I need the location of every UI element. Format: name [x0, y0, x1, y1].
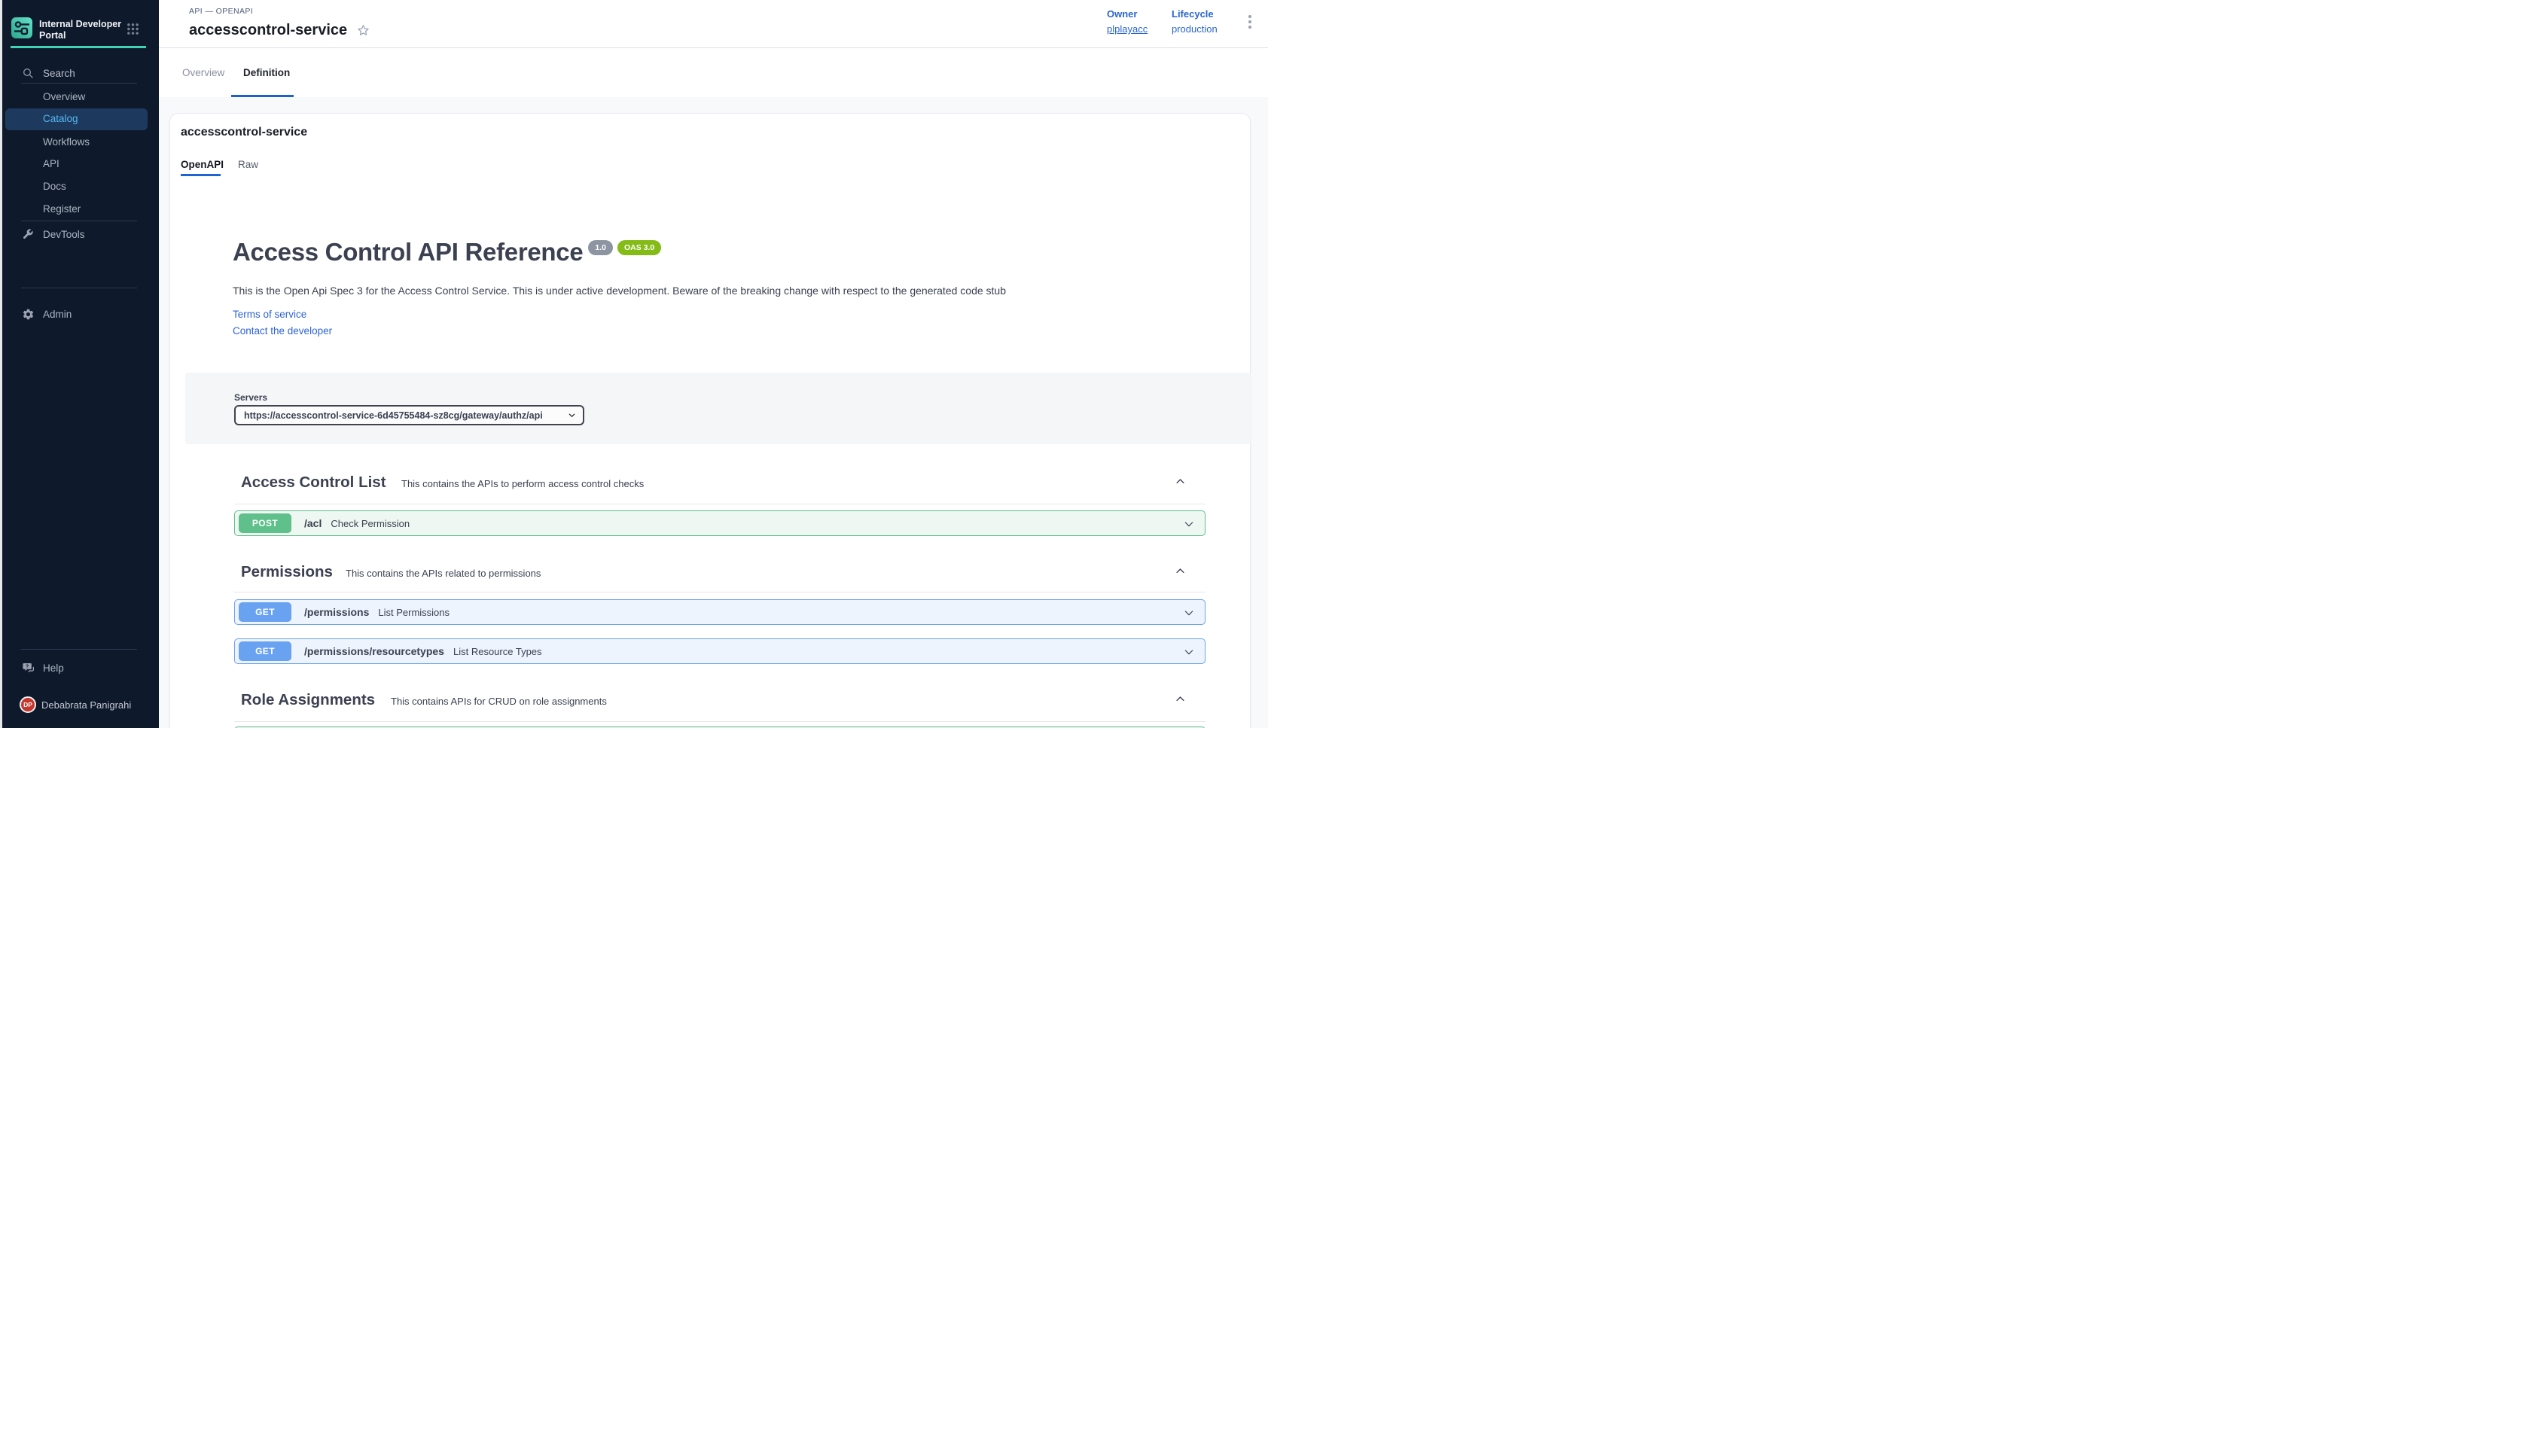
card-title: accesscontrol-service: [181, 126, 307, 139]
sidebar-item-help[interactable]: ? Help: [0, 658, 159, 678]
kebab-menu-icon[interactable]: [1243, 13, 1257, 35]
contact-developer-link[interactable]: Contact the developer: [233, 325, 332, 337]
section-role-assignments: Role Assignments This contains APIs for …: [234, 691, 1206, 711]
chevron-down-icon: [1183, 518, 1195, 530]
sidebar-item-api[interactable]: API: [0, 154, 159, 173]
section-header[interactable]: Permissions This contains the APIs relat…: [234, 563, 1206, 583]
svg-text:?: ?: [26, 663, 29, 669]
sidebar-item-overview[interactable]: Overview: [0, 87, 159, 106]
operation-row-clipped[interactable]: [234, 726, 1206, 728]
chevron-up-icon: [1175, 476, 1186, 487]
lifecycle-meta: Lifecycle production: [1172, 8, 1218, 35]
wrench-icon: [22, 228, 34, 240]
chevron-up-icon: [1175, 693, 1186, 705]
owner-label: Owner: [1107, 8, 1148, 20]
lifecycle-value: production: [1172, 23, 1218, 35]
search-icon: [22, 67, 34, 79]
version-badge: 1.0: [588, 240, 613, 255]
sidebar-item-workflows[interactable]: Workflows: [0, 132, 159, 151]
sidebar-item-search[interactable]: Search: [0, 63, 159, 83]
content-area: accesscontrol-service OpenAPI Raw Access…: [159, 97, 1268, 728]
sidebar-item-register[interactable]: Register: [0, 199, 159, 218]
servers-panel: Servers https://accesscontrol-service-6d…: [185, 373, 1251, 444]
tab-raw[interactable]: Raw: [238, 159, 258, 170]
api-doc-title: Access Control API Reference: [233, 238, 583, 267]
sidebar-item-devtools[interactable]: DevTools: [0, 224, 159, 244]
tab-definition[interactable]: Definition: [243, 48, 290, 97]
operation-get-permissions[interactable]: GET /permissions List Permissions: [234, 599, 1206, 625]
server-url: https://accesscontrol-service-6d45755484…: [236, 410, 543, 421]
help-chat-icon: ?: [22, 661, 35, 675]
apps-grid-icon[interactable]: [126, 23, 139, 35]
section-divider: [234, 721, 1206, 722]
sidebar-item-admin[interactable]: Admin: [0, 304, 159, 324]
portal-title: Internal Developer Portal: [39, 19, 128, 41]
operation-get-resourcetypes[interactable]: GET /permissions/resourcetypes List Reso…: [234, 638, 1206, 664]
sidebar-divider: [21, 649, 137, 650]
card-tab-indicator: [181, 174, 221, 176]
lifecycle-label: Lifecycle: [1172, 8, 1218, 20]
tab-openapi[interactable]: OpenAPI: [181, 159, 224, 170]
section-permissions: Permissions This contains the APIs relat…: [234, 563, 1206, 583]
api-title-row: Access Control API Reference 1.0 OAS 3.0: [233, 238, 661, 267]
definition-card: accesscontrol-service OpenAPI Raw Access…: [169, 113, 1251, 728]
portal-logo-icon: [11, 17, 32, 42]
window-edge: [0, 0, 2, 728]
tab-overview[interactable]: Overview: [182, 48, 224, 97]
chevron-down-icon: [568, 411, 576, 419]
main-area: API — OPENAPI accesscontrol-service Owne…: [159, 0, 1268, 728]
sidebar-item-docs[interactable]: Docs: [0, 176, 159, 196]
avatar: DP: [20, 696, 36, 713]
servers-label: Servers: [234, 392, 267, 403]
breadcrumb: API — OPENAPI: [189, 7, 253, 16]
method-badge: POST: [239, 513, 291, 533]
page-title: accesscontrol-service: [189, 22, 347, 39]
chevron-down-icon: [1183, 607, 1195, 619]
section-header[interactable]: Access Control List This contains the AP…: [234, 474, 1206, 493]
operation-post-acl[interactable]: POST /acl Check Permission: [234, 510, 1206, 536]
sidebar-search-label: Search: [43, 68, 75, 79]
server-select[interactable]: https://accesscontrol-service-6d45755484…: [234, 405, 584, 425]
chevron-up-icon: [1175, 565, 1186, 577]
sidebar-item-catalog[interactable]: Catalog: [5, 108, 148, 130]
sidebar: Internal Developer Portal Search Overvie…: [0, 0, 159, 728]
section-header[interactable]: Role Assignments This contains APIs for …: [234, 691, 1206, 711]
method-badge: GET: [239, 602, 291, 622]
section-access-control-list: Access Control List This contains the AP…: [234, 474, 1206, 493]
app-logo[interactable]: Internal Developer Portal: [11, 17, 128, 42]
app-root: Internal Developer Portal Search Overvie…: [0, 0, 1268, 728]
sidebar-divider: [21, 83, 137, 84]
entity-tabs: Overview Definition: [159, 48, 1268, 97]
favorite-star-icon[interactable]: [356, 23, 370, 38]
terms-of-service-link[interactable]: Terms of service: [233, 309, 306, 320]
gear-icon: [22, 308, 35, 321]
sidebar-accent-rule: [11, 46, 146, 48]
owner-link[interactable]: plplayacc: [1107, 23, 1148, 35]
sidebar-user[interactable]: DP Debabrata Panigrahi: [0, 695, 159, 714]
oas-badge: OAS 3.0: [617, 240, 661, 255]
page-header: API — OPENAPI accesscontrol-service Owne…: [159, 0, 1268, 48]
user-name: Debabrata Panigrahi: [41, 699, 131, 711]
chevron-down-icon: [1183, 646, 1195, 658]
api-description: This is the Open Api Spec 3 for the Acce…: [233, 285, 1006, 297]
method-badge: GET: [239, 641, 291, 661]
owner-meta: Owner plplayacc: [1107, 8, 1148, 35]
